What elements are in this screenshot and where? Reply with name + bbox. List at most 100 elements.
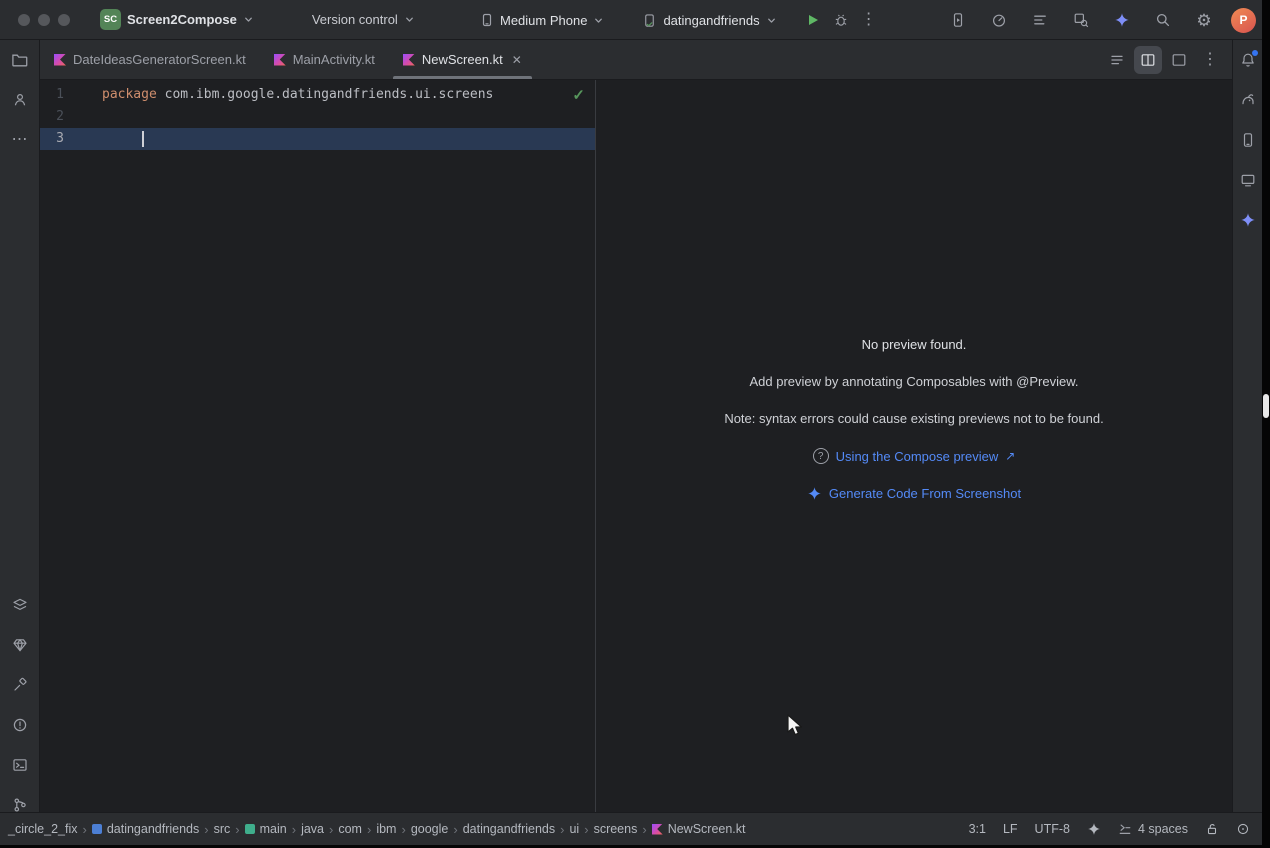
breadcrumb-item[interactable]: java <box>301 822 324 836</box>
gradle-tool-button[interactable] <box>1234 86 1262 114</box>
terminal-tool-button[interactable] <box>6 751 34 779</box>
breadcrumb-item[interactable]: screens <box>594 822 638 836</box>
chevron-down-icon <box>766 15 777 26</box>
notifications-button[interactable] <box>1234 46 1262 74</box>
debug-button[interactable] <box>827 6 855 34</box>
close-window-button[interactable] <box>18 14 30 26</box>
more-run-actions-button[interactable]: ⋮ <box>855 6 883 34</box>
line-number[interactable]: 3 <box>40 128 102 150</box>
breadcrumb-item[interactable]: datingandfriends <box>463 822 555 836</box>
run-toolbar: Medium Phone datingandfriends <box>472 6 883 34</box>
code-keyword: package <box>102 87 157 102</box>
device-selector[interactable]: Medium Phone <box>472 6 612 34</box>
indent-widget[interactable]: 4 spaces <box>1118 822 1188 836</box>
compose-preview-help-link[interactable]: ? Using the Compose preview ↗ <box>813 448 1016 464</box>
run-configuration-selector[interactable]: datingandfriends <box>634 6 784 34</box>
ai-status-widget[interactable] <box>1087 822 1101 836</box>
tab-dateideasgeneratorscreen[interactable]: DateIdeasGeneratorScreen.kt <box>40 40 260 79</box>
status-bar: _circle_2_fix › datingandfriends › src ›… <box>0 812 1262 845</box>
view-mode-split-button[interactable] <box>1134 46 1162 74</box>
inspections-widget[interactable] <box>1236 822 1250 836</box>
problems-tool-button[interactable] <box>6 711 34 739</box>
more-tool-windows-button[interactable]: ⋯ <box>6 126 34 154</box>
title-bar: SC Screen2Compose Version control Medium… <box>0 0 1262 40</box>
breadcrumb-separator-icon: › <box>453 822 457 837</box>
line-separator-widget[interactable]: LF <box>1003 822 1018 836</box>
editor-line[interactable]: 1 package com.ibm.google.datingandfriend… <box>40 84 595 106</box>
device-selector-label: Medium Phone <box>500 13 587 28</box>
breadcrumb-item[interactable]: main <box>245 822 287 836</box>
app-inspection-button[interactable] <box>1067 6 1095 34</box>
running-devices-tool-button[interactable] <box>1234 166 1262 194</box>
scrollbar-thumb[interactable] <box>1263 394 1269 418</box>
breadcrumb-separator-icon: › <box>642 822 646 837</box>
logcat-button[interactable] <box>1026 6 1054 34</box>
code-editor[interactable]: 1 package com.ibm.google.datingandfriend… <box>40 80 595 812</box>
inspection-ok-icon[interactable]: ✓ <box>572 86 585 104</box>
minimize-window-button[interactable] <box>38 14 50 26</box>
tab-mainactivity[interactable]: MainActivity.kt <box>260 40 389 79</box>
toolbar-right: ⚙ P <box>944 6 1256 34</box>
profiler-button[interactable] <box>985 6 1013 34</box>
window-controls <box>18 14 70 26</box>
vcs-widget[interactable]: Version control <box>304 6 423 34</box>
breadcrumb-item[interactable]: src <box>214 822 231 836</box>
breadcrumb-item[interactable]: com <box>338 822 362 836</box>
close-tab-icon[interactable]: ✕ <box>512 53 522 67</box>
breadcrumb-item[interactable]: _circle_2_fix <box>8 822 77 836</box>
editor-caret-line[interactable]: 3 <box>40 128 595 150</box>
chevron-down-icon <box>243 14 254 25</box>
more-horizontal-icon: ⋯ <box>12 132 28 148</box>
running-devices-button[interactable] <box>944 6 972 34</box>
editor-options-button[interactable]: ⋮ <box>1196 46 1224 74</box>
project-tool-button[interactable] <box>6 46 34 74</box>
write-access-widget[interactable] <box>1205 822 1219 836</box>
line-number[interactable]: 1 <box>40 84 102 106</box>
generate-link-text[interactable]: Generate Code From Screenshot <box>829 486 1021 501</box>
left-tool-stripe: ⋯ <box>0 40 40 812</box>
breadcrumb-separator-icon: › <box>560 822 564 837</box>
search-everywhere-button[interactable] <box>1149 6 1177 34</box>
device-manager-tool-button[interactable] <box>1234 126 1262 154</box>
view-mode-design-button[interactable] <box>1165 46 1193 74</box>
breadcrumb-item[interactable]: ui <box>569 822 579 836</box>
breadcrumb-item[interactable]: datingandfriends <box>92 822 199 836</box>
run-button[interactable] <box>799 6 827 34</box>
text-caret <box>142 131 144 147</box>
resource-manager-tool-button[interactable] <box>6 631 34 659</box>
view-mode-code-button[interactable] <box>1103 46 1131 74</box>
breadcrumb-item-file[interactable]: NewScreen.kt <box>652 822 746 836</box>
zoom-window-button[interactable] <box>58 14 70 26</box>
generate-code-from-screenshot-link[interactable]: Generate Code From Screenshot <box>807 486 1021 501</box>
gemini-button[interactable] <box>1108 6 1136 34</box>
breadcrumb-separator-icon: › <box>204 822 208 837</box>
module-icon <box>92 824 102 834</box>
compose-preview-panel: No preview found. Add preview by annotat… <box>595 80 1232 812</box>
settings-button[interactable]: ⚙ <box>1190 6 1218 34</box>
build-variants-tool-button[interactable] <box>6 591 34 619</box>
build-tool-button[interactable] <box>6 671 34 699</box>
breadcrumb-separator-icon: › <box>367 822 371 837</box>
caret-position-widget[interactable]: 3:1 <box>969 822 986 836</box>
avatar[interactable]: P <box>1231 8 1256 33</box>
line-number[interactable]: 2 <box>40 106 102 128</box>
tab-newscreen[interactable]: NewScreen.kt ✕ <box>389 40 536 79</box>
gemini-tool-button[interactable] <box>1234 206 1262 234</box>
project-widget[interactable]: SC Screen2Compose <box>92 6 262 34</box>
preview-viewmode-toggle: ⋮ <box>1103 46 1224 74</box>
structure-tool-button[interactable] <box>6 86 34 114</box>
gear-icon: ⚙ <box>1196 12 1211 29</box>
help-link-text[interactable]: Using the Compose preview <box>836 449 999 464</box>
kotlin-file-icon <box>403 54 415 66</box>
run-configuration-label: datingandfriends <box>663 13 759 28</box>
breadcrumb-item[interactable]: google <box>411 822 449 836</box>
breadcrumb-item[interactable]: ibm <box>376 822 396 836</box>
kotlin-file-icon <box>652 824 663 835</box>
editor-line[interactable]: 2 <box>40 106 595 128</box>
encoding-widget[interactable]: UTF-8 <box>1035 822 1070 836</box>
tab-label: MainActivity.kt <box>293 52 375 67</box>
more-vertical-icon: ⋮ <box>1202 52 1218 68</box>
project-name: Screen2Compose <box>127 12 237 27</box>
kotlin-file-icon <box>274 54 286 66</box>
chevron-down-icon <box>404 14 415 25</box>
